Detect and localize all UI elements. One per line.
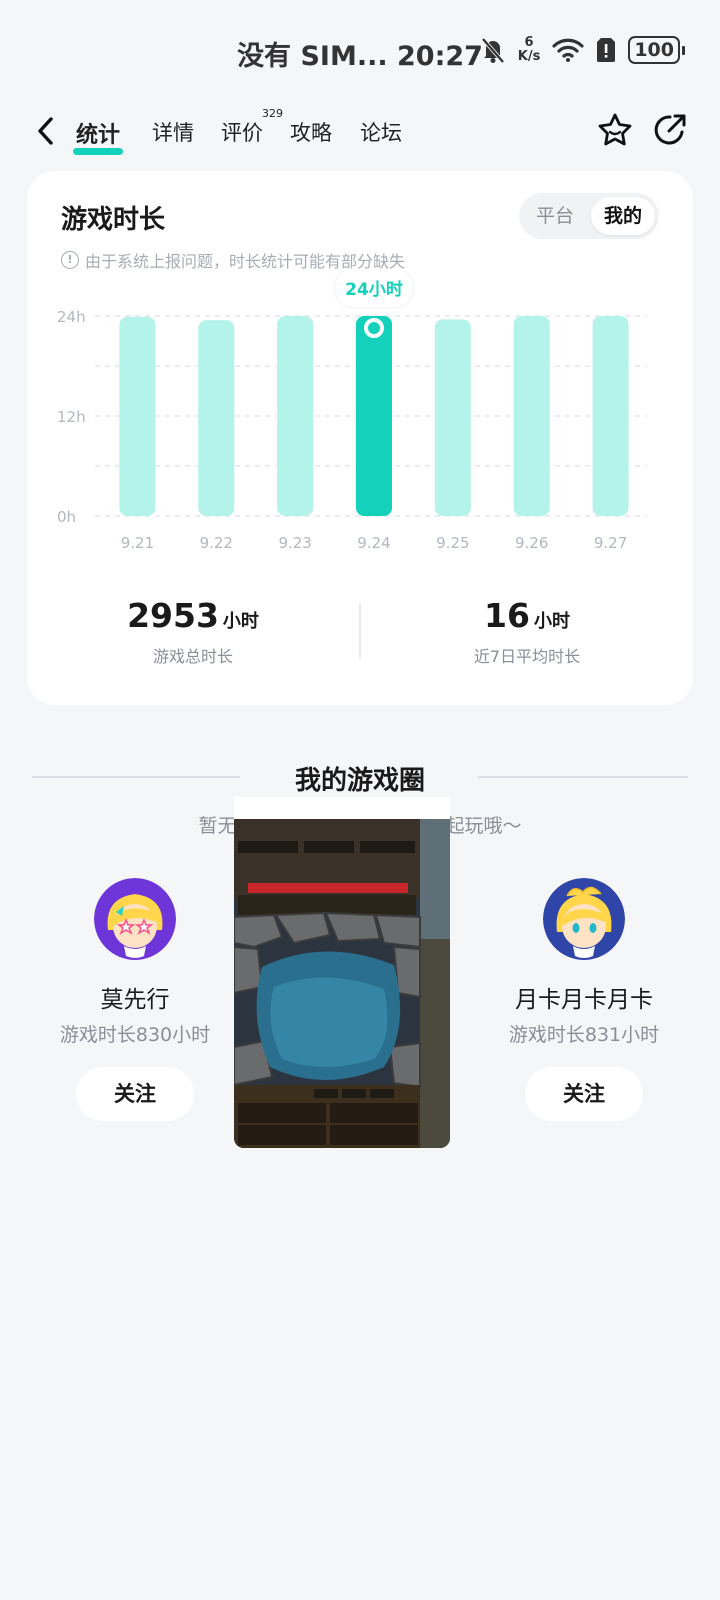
- chart-bar: [198, 320, 235, 516]
- reviews-count-badge: 329: [262, 107, 283, 120]
- data-notice: ! 由于系统上报问题，时长统计可能有部分缺失: [61, 248, 405, 272]
- tab-statistics[interactable]: 统计: [73, 117, 124, 155]
- total-playtime-value: 2953: [127, 596, 219, 635]
- follow-button[interactable]: 关注: [76, 1067, 194, 1121]
- chart-bar: [119, 316, 156, 516]
- card-title: 游戏时长: [61, 205, 166, 235]
- chart-bar: [277, 316, 314, 516]
- tab-details[interactable]: 详情: [152, 117, 194, 147]
- chart-bar: [356, 316, 392, 516]
- player-name: 莫先行: [100, 987, 170, 1013]
- tab-active-indicator: [73, 148, 124, 155]
- x-tick-label: 9.24: [357, 534, 390, 552]
- x-tick-label: 9.22: [200, 534, 233, 552]
- chart-bar: [592, 316, 629, 516]
- chart-bar: [434, 319, 471, 516]
- y-tick-label: 0h: [57, 508, 76, 526]
- playtime-bar-chart: 0h 12h 24h 9.21 9.22 9.23 9.24 24小时 9.25 9.26 9.27: [57, 271, 647, 552]
- x-tick-label: 9.26: [515, 534, 548, 552]
- follow-button[interactable]: 关注: [525, 1067, 643, 1121]
- sim-alert-icon: [597, 38, 616, 63]
- total-playtime-unit: 小时: [222, 611, 259, 632]
- floating-game-window[interactable]: [234, 797, 450, 1148]
- x-tick-label: 9.25: [436, 534, 469, 552]
- game-circle-title: 我的游戏圈: [294, 766, 425, 796]
- player-card: 月卡月卡月卡 游戏时长831小时 关注: [484, 878, 684, 1121]
- notifications-muted-icon: [481, 37, 505, 64]
- x-tick-label: 9.21: [121, 534, 154, 552]
- playtime-card: 游戏时长 平台 我的 ! 由于系统上报问题，时长统计可能有部分缺失 0h 12h 2…: [27, 171, 693, 705]
- share-icon[interactable]: [651, 111, 689, 149]
- y-tick-label: 12h: [57, 408, 86, 426]
- tab-forum[interactable]: 论坛: [360, 117, 402, 147]
- scope-toggle: 平台 我的: [519, 193, 659, 239]
- tab-guides[interactable]: 攻略: [290, 117, 332, 147]
- total-playtime-label: 游戏总时长: [152, 647, 233, 666]
- avg-playtime-value: 16: [484, 596, 530, 635]
- x-tick-label: 9.23: [278, 534, 311, 552]
- chart-bar: [513, 316, 550, 516]
- battery-indicator: 100: [628, 36, 685, 64]
- top-nav: 统计 详情 评价 329 攻略 论坛: [0, 105, 720, 160]
- status-bar: 没有 SIM... 20:27 6 K/s 100: [0, 0, 720, 100]
- info-icon: !: [61, 251, 79, 269]
- avatar[interactable]: [94, 878, 176, 960]
- tab-reviews[interactable]: 评价 329: [221, 107, 283, 147]
- player-playtime: 游戏时长831小时: [508, 1024, 660, 1046]
- avg-playtime-label: 近7日平均时长: [473, 647, 581, 666]
- avatar[interactable]: [543, 878, 625, 960]
- x-tick-label: 9.27: [594, 534, 627, 552]
- player-card: 莫先行 游戏时长830小时 关注: [35, 878, 235, 1121]
- segment-mine[interactable]: 我的: [591, 197, 655, 235]
- network-speed: 6 K/s: [517, 35, 541, 64]
- status-icons: 6 K/s 100: [480, 35, 685, 64]
- chart-tooltip-text: 24小时: [345, 280, 403, 300]
- player-name: 月卡月卡月卡: [515, 987, 653, 1013]
- segment-platform[interactable]: 平台: [523, 197, 587, 235]
- avg-playtime-unit: 小时: [533, 611, 570, 632]
- total-playtime-stat: 2953 小时 游戏总时长: [27, 596, 359, 667]
- favorite-star-icon[interactable]: [596, 111, 634, 149]
- wifi-icon: [552, 38, 584, 62]
- y-tick-label: 24h: [57, 308, 86, 326]
- avg-playtime-stat: 16 小时 近7日平均时长: [361, 596, 693, 667]
- player-playtime: 游戏时长830小时: [59, 1024, 211, 1046]
- back-icon[interactable]: [33, 115, 59, 147]
- chart-highlight-dot: [364, 318, 384, 338]
